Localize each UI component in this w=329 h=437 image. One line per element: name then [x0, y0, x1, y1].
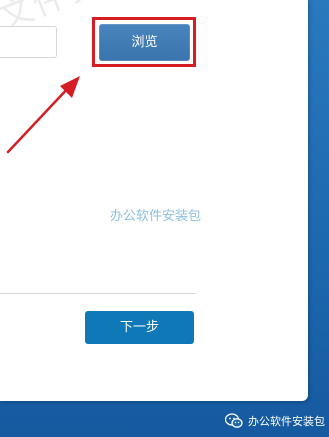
install-path-input[interactable]: [0, 26, 57, 58]
browse-button[interactable]: 浏览: [99, 24, 190, 61]
divider: [0, 293, 195, 294]
wechat-icon: [225, 413, 243, 428]
red-arrow-icon: [6, 76, 80, 154]
footer-watermark: 办公软件安装包: [225, 412, 325, 430]
footer-watermark-text: 办公软件安装包: [248, 415, 325, 428]
installer-dialog: 文件安 浏览 办公软件安装包 下一步: [0, 0, 308, 401]
watermark-center: 办公软件安装包: [110, 209, 202, 224]
next-button[interactable]: 下一步: [85, 311, 194, 344]
